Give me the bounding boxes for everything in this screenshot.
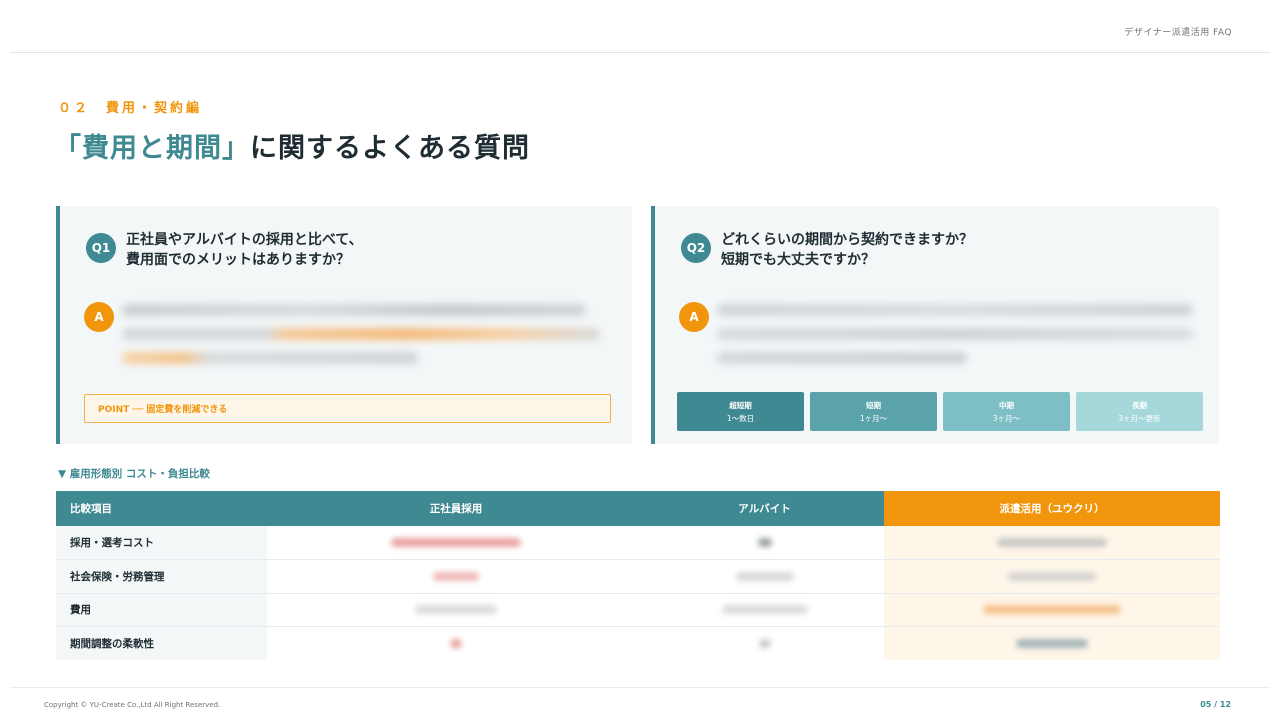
table-cell-blurred: [884, 526, 1220, 560]
row-label: 費用: [56, 593, 267, 627]
blurred-value: [433, 571, 479, 581]
period-option-mid: 中期 3ヶ月〜: [943, 392, 1070, 431]
question-line: 正社員やアルバイトの採用と比べて、: [126, 232, 363, 248]
blurred-line: [717, 304, 1193, 316]
row-label: 採用・選考コスト: [56, 526, 267, 560]
copyright-text: Copyright © YU-Create Co.,Ltd All Right …: [44, 701, 221, 709]
period-label: 長期: [1132, 400, 1147, 410]
blurred-value: [757, 538, 772, 547]
period-option-long: 長期 3ヶ月〜更新: [1076, 392, 1203, 431]
row-label: 社会保険・労務管理: [56, 559, 267, 594]
table-cell-blurred: [267, 627, 645, 661]
blurred-value: [391, 538, 521, 547]
page-title: 「費用と期間」に関するよくある質問: [54, 126, 530, 165]
blurred-value: [721, 605, 808, 615]
question-text: 正社員やアルバイトの採用と比べて、 費用面でのメリットはありますか？: [126, 230, 363, 270]
table-cell-blurred: [267, 593, 645, 627]
period-range: 3ヶ月〜更新: [1118, 413, 1161, 423]
table-cell-blurred: [267, 559, 645, 594]
page-number: 05 / 12: [1200, 700, 1231, 709]
table-row: 採用・選考コスト: [56, 526, 1220, 560]
blurred-value: [415, 605, 497, 615]
period-range: 1ヶ月〜: [859, 413, 888, 423]
blurred-value: [735, 571, 794, 581]
blurred-line: [122, 304, 586, 316]
page-title-highlight: 「費用と期間」: [54, 133, 250, 164]
column-header: 正社員採用: [267, 491, 645, 526]
question-line: 費用面でのメリットはありますか？: [126, 252, 350, 268]
period-range: 3ヶ月〜: [992, 413, 1021, 423]
point-callout: POINT ── 固定費を削減できる: [84, 394, 611, 423]
blurred-value: [1016, 639, 1088, 648]
table-cell-blurred: [267, 526, 645, 560]
blurred-line: [122, 352, 418, 364]
question-badge: Q1: [86, 233, 116, 263]
period-label: 短期: [866, 400, 881, 410]
period-option-short: 短期 1ヶ月〜: [810, 392, 937, 431]
table-row: 社会保険・労務管理: [56, 559, 1220, 594]
blurred-value: [1008, 571, 1096, 581]
table-cell-blurred: [645, 559, 884, 594]
answer-text-blurred: [717, 304, 1193, 376]
blurred-line: [717, 352, 967, 364]
table-cell-blurred: [645, 526, 884, 560]
faq-card-q2: Q2 どれくらいの期間から契約できますか？ 短期でも大丈夫ですか？ A 超短期 …: [651, 206, 1219, 444]
period-range: 1〜数日: [726, 413, 755, 423]
cost-comparison-table: 比較項目 正社員採用 アルバイト 派遣活用（ユウクリ） 採用・選考コスト 社会保…: [56, 491, 1220, 660]
table-header-row: 比較項目 正社員採用 アルバイト 派遣活用（ユウクリ）: [56, 491, 1220, 526]
blurred-line: [122, 328, 600, 340]
column-header: アルバイト: [645, 491, 884, 526]
column-header: 派遣活用（ユウクリ）: [884, 491, 1220, 526]
answer-badge: A: [84, 302, 114, 332]
table-cell-blurred: [645, 627, 884, 661]
footer-divider: [10, 687, 1270, 688]
document-title: デザイナー派遣活用 FAQ: [1124, 28, 1232, 38]
page-title-rest: に関するよくある質問: [250, 133, 530, 164]
header-divider: [10, 52, 1270, 53]
period-label: 超短期: [729, 400, 752, 410]
row-label: 期間調整の柔軟性: [56, 626, 267, 660]
blurred-value: [758, 639, 771, 648]
column-header: 比較項目: [56, 491, 267, 526]
answer-badge: A: [679, 302, 709, 332]
blurred-line: [717, 328, 1193, 340]
blurred-value: [983, 605, 1121, 615]
table-row: 費用: [56, 593, 1220, 627]
question-line: どれくらいの期間から契約できますか？: [721, 232, 973, 248]
blurred-value: [450, 639, 462, 648]
contract-period-options: 超短期 1〜数日 短期 1ヶ月〜 中期 3ヶ月〜 長期 3ヶ月〜更新: [677, 392, 1203, 431]
question-badge: Q2: [681, 233, 711, 263]
comparison-table-title: ▼ 雇用形態別 コスト・負担比較: [58, 468, 210, 480]
section-label: ０２ 費用・契約編: [58, 101, 203, 116]
table-cell-blurred: [645, 593, 884, 627]
question-line: 短期でも大丈夫ですか？: [721, 252, 875, 268]
table-cell-blurred: [884, 626, 1220, 660]
question-text: どれくらいの期間から契約できますか？ 短期でも大丈夫ですか？: [721, 230, 973, 270]
table-cell-blurred: [884, 559, 1220, 594]
faq-card-q1: Q1 正社員やアルバイトの採用と比べて、 費用面でのメリットはありますか？ A …: [56, 206, 632, 444]
period-label: 中期: [999, 400, 1014, 410]
period-option-ultra-short: 超短期 1〜数日: [677, 392, 804, 431]
table-row: 期間調整の柔軟性: [56, 626, 1220, 661]
answer-text-blurred: [122, 304, 600, 376]
blurred-value: [997, 538, 1107, 547]
table-cell-blurred: [884, 593, 1220, 627]
